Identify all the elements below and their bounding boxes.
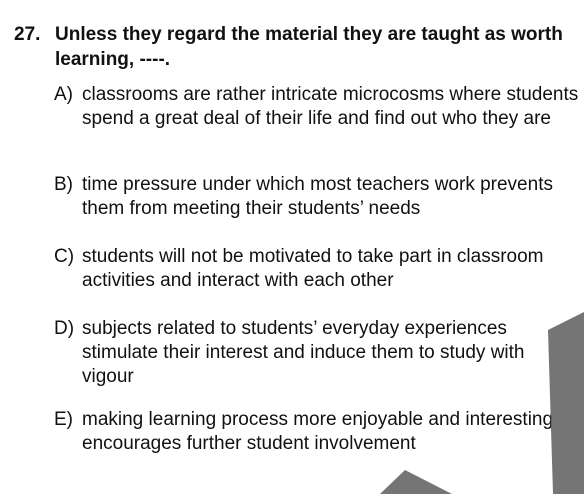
question-block: 27. Unless they regard the material they… [0,0,584,494]
question-stem: Unless they regard the material they are… [55,24,563,70]
option-b-letter: B) [54,174,73,195]
option-b-text: time pressure under which most teachers … [82,174,553,219]
option-e-letter: E) [54,409,73,430]
option-a-text: classrooms are rather intricate microcos… [82,84,579,129]
option-a-letter: A) [54,84,73,105]
option-c-text: students will not be motivated to take p… [82,246,544,291]
option-c-letter: C) [54,246,75,267]
question-number: 27. [14,24,41,45]
option-e-text: making learning process more enjoyable a… [82,409,554,454]
option-d-letter: D) [54,318,75,339]
option-d-text: subjects related to students’ everyday e… [82,318,525,387]
